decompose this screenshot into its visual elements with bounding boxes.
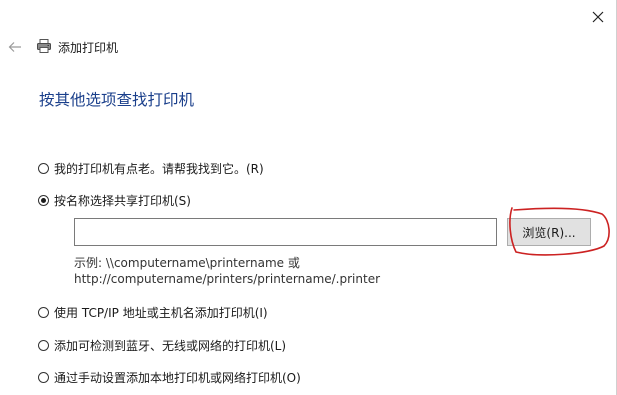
header-title: 添加打印机 bbox=[58, 41, 119, 55]
option-wireless[interactable]: 添加可检测到蓝牙、无线或网络的打印机(L) bbox=[38, 336, 286, 354]
close-button[interactable] bbox=[584, 4, 612, 30]
option-manual-local-label: 通过手动设置添加本地打印机或网络打印机(O) bbox=[54, 370, 301, 385]
example-line-2: http://computername/printers/printername… bbox=[74, 272, 381, 286]
add-printer-window: 添加打印机 按其他选项查找打印机 我的打印机有点老。请帮我找到它。(R) 按名称… bbox=[0, 0, 617, 395]
example-text: 示例: \\computername\printername 或 http://… bbox=[74, 255, 380, 287]
example-line-1: 示例: \\computername\printername 或 bbox=[74, 256, 300, 270]
option-tcpip-label: 使用 TCP/IP 地址或主机名添加打印机(I) bbox=[54, 305, 268, 320]
option-manual-local[interactable]: 通过手动设置添加本地打印机或网络打印机(O) bbox=[38, 368, 301, 386]
radio-tcpip[interactable] bbox=[38, 306, 49, 318]
option-old-printer[interactable]: 我的打印机有点老。请帮我找到它。(R) bbox=[38, 159, 264, 177]
radio-manual-local[interactable] bbox=[38, 371, 49, 383]
browse-button[interactable]: 浏览(R)... bbox=[507, 218, 591, 246]
radio-wireless[interactable] bbox=[38, 339, 49, 351]
option-wireless-label: 添加可检测到蓝牙、无线或网络的打印机(L) bbox=[54, 338, 287, 353]
close-icon bbox=[592, 11, 604, 23]
printer-icon bbox=[37, 39, 51, 53]
back-button[interactable] bbox=[4, 37, 26, 57]
window-header: 添加打印机 bbox=[0, 34, 400, 60]
back-arrow-icon bbox=[8, 42, 21, 52]
option-old-printer-label: 我的打印机有点老。请帮我找到它。(R) bbox=[54, 161, 264, 176]
page-title: 按其他选项查找打印机 bbox=[39, 91, 195, 109]
printer-name-input[interactable] bbox=[74, 218, 497, 246]
option-tcpip[interactable]: 使用 TCP/IP 地址或主机名添加打印机(I) bbox=[38, 303, 268, 321]
option-shared-by-name-label: 按名称选择共享打印机(S) bbox=[54, 193, 191, 208]
option-shared-by-name[interactable]: 按名称选择共享打印机(S) bbox=[38, 191, 191, 209]
radio-old-printer[interactable] bbox=[38, 162, 49, 174]
radio-shared-by-name[interactable] bbox=[38, 194, 49, 206]
